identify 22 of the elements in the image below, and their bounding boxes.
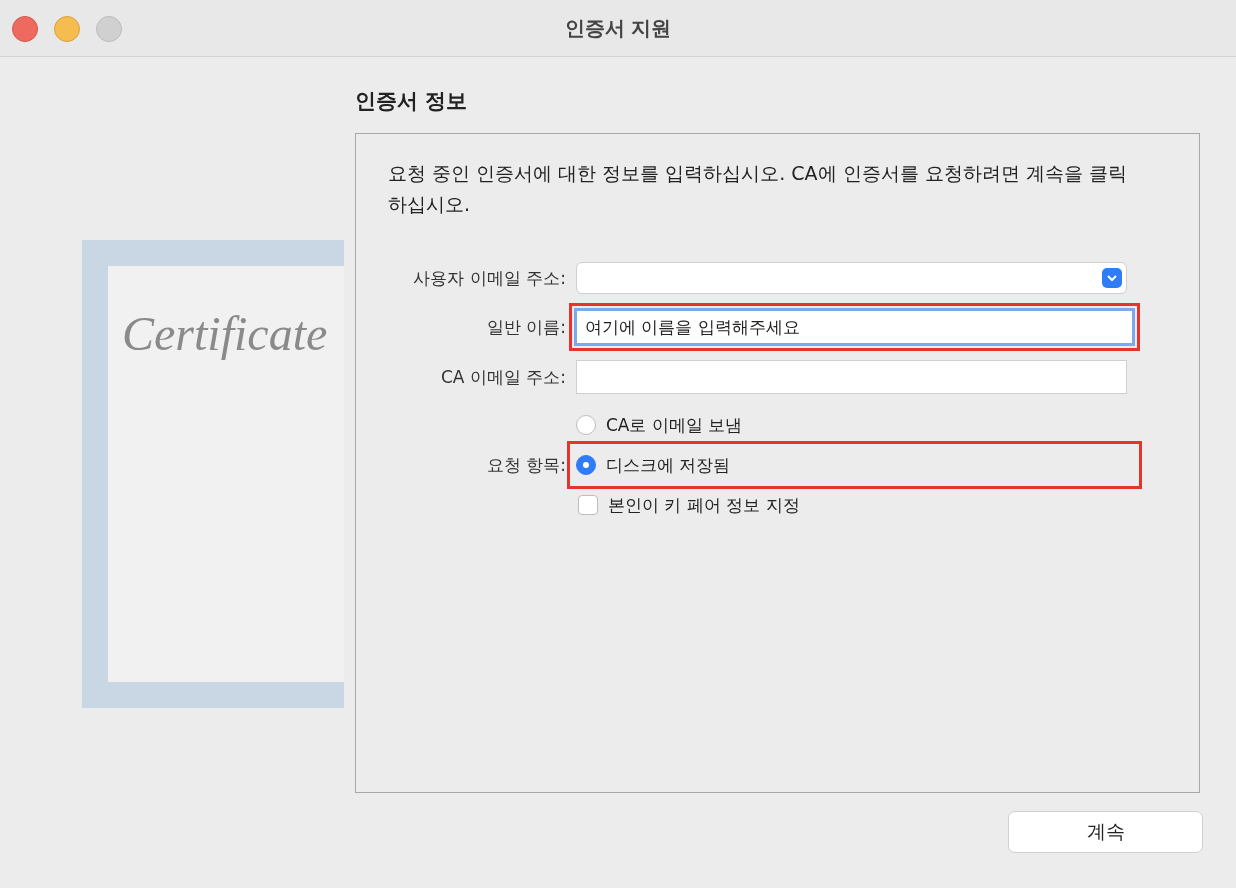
field-label: 요청 항목:	[485, 453, 566, 477]
section-heading: 인증서 정보	[355, 88, 469, 115]
input-field[interactable]: 여기에 이름을 입력해주세요	[576, 310, 1133, 344]
minimize-button[interactable]	[54, 16, 80, 42]
email-dropdown[interactable]	[576, 262, 1127, 294]
checkbox[interactable]	[578, 495, 598, 515]
close-button[interactable]	[12, 16, 38, 42]
checkbox-label: 본인이 키 페어 정보 지정	[608, 493, 800, 517]
chevron-icon	[1102, 268, 1122, 288]
continue-button[interactable]: 계속	[1008, 811, 1203, 853]
field-label: 일반 이름:	[485, 315, 566, 339]
window-title: 인증서 지원	[564, 14, 672, 42]
input-field[interactable]	[576, 360, 1127, 394]
field-label: CA 이메일 주소:	[439, 365, 566, 389]
option-label: 디스크에 저장됨	[606, 453, 731, 477]
zoom-button[interactable]	[96, 16, 122, 42]
radio-button[interactable]	[576, 455, 596, 475]
certificate-script-text: Certificate	[122, 306, 328, 361]
description-text: 요청 중인 인증서에 대한 정보를 입력하십시오. CA에 인증서를 요청하려면 계속을 클릭하십시오.	[388, 161, 1127, 217]
field-label: 사용자 이메일 주소:	[412, 266, 566, 290]
option-label: CA로 이메일 보냄	[606, 413, 743, 437]
radio-button[interactable]	[576, 415, 596, 435]
